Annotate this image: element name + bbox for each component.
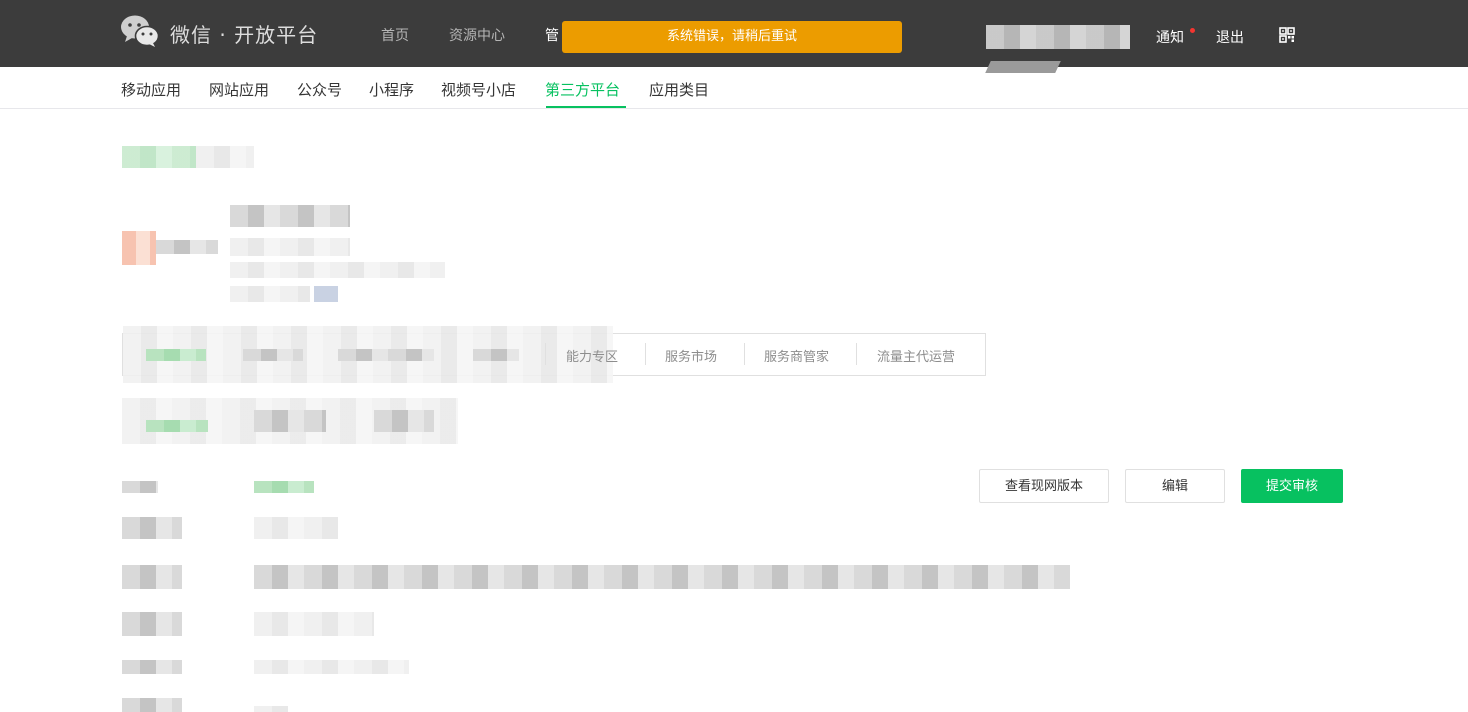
tab-divider (645, 343, 646, 365)
subtab-active-redacted[interactable] (146, 420, 208, 432)
detail-label-redacted (122, 565, 182, 589)
subnav-mobile-app[interactable]: 移动应用 (121, 79, 181, 100)
detail-value-redacted (254, 481, 314, 493)
active-tab-underline (546, 106, 626, 108)
tab-redacted-4[interactable] (473, 349, 519, 361)
subtab-redacted-2[interactable] (254, 410, 326, 432)
detail-value-redacted (254, 565, 1070, 589)
detail-label-redacted (122, 660, 182, 674)
subtab-redacted-3[interactable] (374, 410, 434, 432)
app-name-redacted (230, 205, 350, 227)
edit-button[interactable]: 编辑 (1125, 469, 1225, 503)
subnav-mini-program[interactable]: 小程序 (369, 79, 414, 100)
notify-badge-dot (1190, 28, 1195, 33)
wechat-logo-icon[interactable] (120, 14, 160, 48)
subnav-website-app[interactable]: 网站应用 (209, 79, 269, 100)
subnav-app-category[interactable]: 应用类目 (649, 79, 709, 100)
tab-divider (744, 343, 745, 365)
function-tabs: 能力专区 服务市场 服务商管家 流量主代运营 (122, 326, 986, 383)
detail-label-redacted (122, 481, 158, 493)
tab-capability-zone[interactable]: 能力专区 (566, 346, 618, 365)
page-title-redacted-tail (196, 146, 254, 168)
nav-home[interactable]: 首页 (381, 25, 409, 45)
logout-link[interactable]: 退出 (1216, 27, 1244, 47)
app-info-line-1-redacted (230, 238, 350, 256)
tab-redacted-3[interactable] (338, 349, 434, 361)
detail-value-redacted (254, 612, 374, 636)
tab-provider-manager[interactable]: 服务商管家 (764, 346, 829, 365)
page-title-redacted (122, 146, 196, 168)
subnav-channels-shop[interactable]: 视频号小店 (441, 79, 516, 100)
nav-resources[interactable]: 资源中心 (449, 25, 505, 45)
subnav-official-account[interactable]: 公众号 (297, 79, 342, 100)
detail-label-redacted (122, 612, 182, 636)
tab-redacted-2[interactable] (243, 349, 303, 361)
app-info-line-3-chip-redacted (314, 286, 338, 302)
detail-value-redacted (254, 660, 409, 674)
sub-nav: 移动应用 网站应用 公众号 小程序 视频号小店 第三方平台 应用类目 (0, 67, 1468, 109)
app-avatar-redacted (122, 231, 156, 265)
detail-value-redacted (254, 706, 288, 712)
brand-title[interactable]: 微信 · 开放平台 (170, 19, 318, 48)
submit-review-button[interactable]: 提交审核 (1241, 469, 1343, 503)
app-info-line-2-redacted (230, 262, 445, 278)
detail-label-redacted (122, 698, 182, 712)
app-avatar-label-redacted (156, 240, 218, 254)
tab-divider (856, 343, 857, 365)
tab-divider (545, 343, 546, 365)
tab-traffic-operations[interactable]: 流量主代运营 (877, 346, 955, 365)
detail-label-redacted (122, 517, 182, 539)
account-name-redacted[interactable] (986, 25, 1130, 49)
detail-value-redacted (254, 517, 338, 539)
subnav-third-party-platform[interactable]: 第三方平台 (545, 79, 620, 100)
nav-manage[interactable]: 管 (545, 25, 559, 45)
view-live-version-button[interactable]: 查看现网版本 (979, 469, 1109, 503)
tab-service-market[interactable]: 服务市场 (665, 346, 717, 365)
tab-active-redacted[interactable] (146, 349, 206, 361)
notify-link[interactable]: 通知 (1156, 27, 1184, 47)
top-bar: 微信 · 开放平台 首页 资源中心 管 系统错误，请稍后重试 通知 退出 (0, 0, 1468, 73)
qr-code-icon[interactable] (1279, 27, 1295, 43)
app-info-line-3-redacted (230, 286, 310, 302)
error-toast: 系统错误，请稍后重试 (562, 21, 902, 53)
